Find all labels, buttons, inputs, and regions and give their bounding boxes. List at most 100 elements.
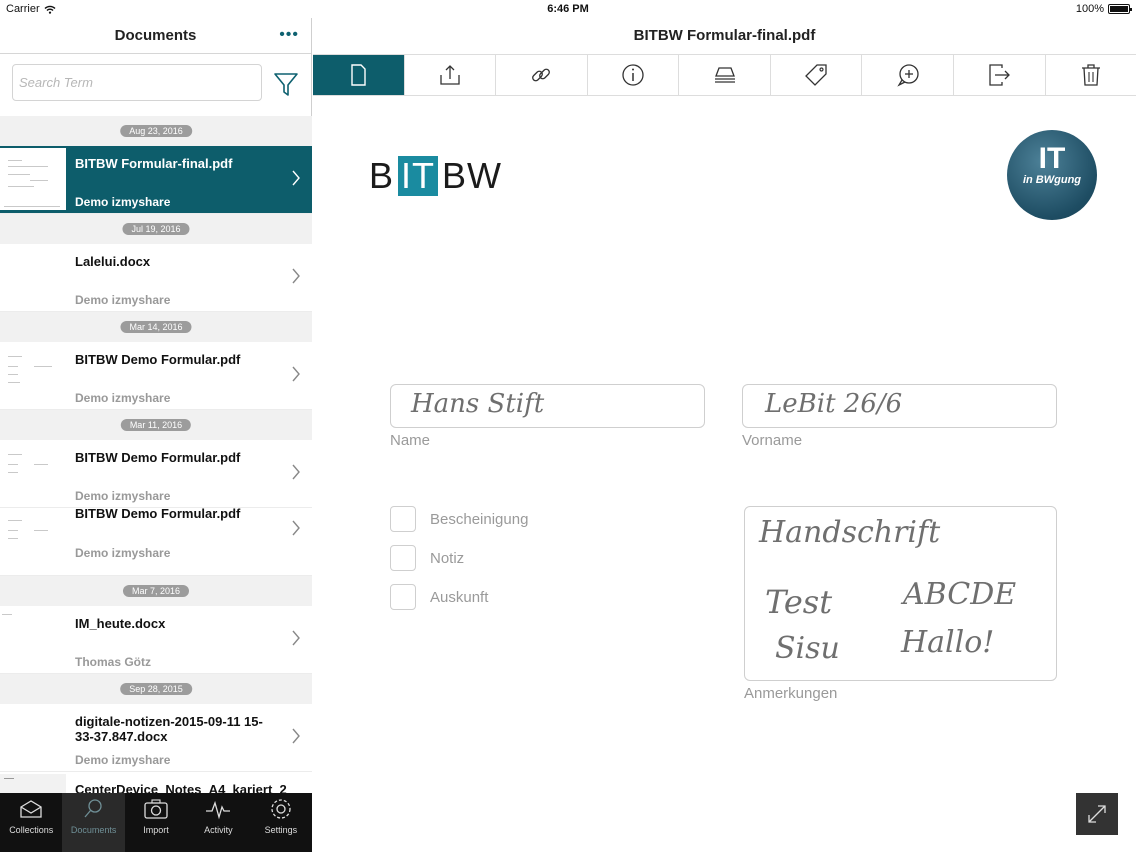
tag-icon bbox=[805, 64, 827, 86]
notes-line: Handschrift bbox=[759, 515, 941, 550]
stack-icon bbox=[714, 67, 735, 83]
date-pill: Mar 14, 2016 bbox=[120, 321, 192, 333]
tab-label: Settings bbox=[264, 825, 298, 835]
tab-label: Collections bbox=[9, 825, 54, 835]
document-toolbar bbox=[313, 54, 1136, 96]
chevron-right-icon bbox=[292, 366, 300, 382]
export-icon bbox=[989, 64, 1011, 86]
date-pill: Mar 11, 2016 bbox=[120, 419, 192, 431]
expand-icon bbox=[1088, 805, 1106, 823]
tool-add-comment[interactable] bbox=[862, 55, 954, 95]
inbox-icon bbox=[20, 800, 42, 818]
notes-field[interactable]: Handschrift Test ABCDE Sisu Hallo! bbox=[744, 506, 1057, 681]
list-item[interactable]: BITBW Demo Formular.pdf Demo izmyshare bbox=[0, 342, 312, 410]
document-owner: Thomas Götz bbox=[75, 655, 152, 669]
notes-line: Sisu bbox=[775, 631, 840, 666]
list-item[interactable]: IM_heute.docx Thomas Götz bbox=[0, 606, 312, 674]
document-owner: Demo izmyshare bbox=[75, 753, 171, 767]
search-input[interactable] bbox=[12, 64, 262, 101]
chevron-right-icon bbox=[292, 464, 300, 480]
date-pill: Aug 23, 2016 bbox=[120, 125, 192, 137]
tool-upload[interactable] bbox=[405, 55, 497, 95]
camera-icon bbox=[144, 799, 168, 819]
tab-collections[interactable]: Collections bbox=[0, 793, 62, 852]
list-item[interactable]: BITBW Demo Formular.pdf Demo izmyshare bbox=[0, 440, 312, 508]
filter-icon[interactable] bbox=[272, 70, 300, 98]
date-separator: Mar 11, 2016 bbox=[0, 410, 312, 440]
name-label: Name bbox=[390, 432, 431, 449]
chevron-right-icon bbox=[292, 268, 300, 284]
tab-documents[interactable]: Documents bbox=[62, 793, 125, 852]
list-item[interactable]: BITBW Formular-final.pdf Demo izmyshare bbox=[0, 146, 312, 214]
tab-import[interactable]: Import bbox=[125, 793, 187, 852]
tool-document[interactable] bbox=[313, 55, 405, 95]
checkbox-label: Bescheinigung bbox=[430, 511, 529, 528]
document-list: Aug 23, 2016 BITBW Formular-final.pdf De… bbox=[0, 116, 312, 810]
tool-trash[interactable] bbox=[1046, 55, 1136, 95]
name-value: Hans Stift bbox=[411, 389, 545, 419]
chevron-right-icon bbox=[292, 170, 300, 186]
name-field[interactable]: Hans Stift bbox=[390, 384, 705, 428]
vorname-value: LeBit 26/6 bbox=[765, 389, 903, 419]
tool-export[interactable] bbox=[954, 55, 1046, 95]
upload-icon bbox=[440, 65, 460, 85]
tool-tag[interactable] bbox=[771, 55, 863, 95]
list-item[interactable]: Lalelui.docx Demo izmyshare bbox=[0, 244, 312, 312]
list-item[interactable]: digitale-notizen-2015-09-11 15-33-37.847… bbox=[0, 704, 312, 772]
checkbox-bescheinigung[interactable] bbox=[390, 506, 416, 532]
document-name: Lalelui.docx bbox=[75, 254, 151, 269]
battery-percent: 100% bbox=[1075, 3, 1104, 15]
tool-link[interactable] bbox=[496, 55, 588, 95]
tab-settings[interactable]: Settings bbox=[250, 793, 312, 852]
date-pill: Mar 7, 2016 bbox=[122, 585, 190, 597]
fullscreen-button[interactable] bbox=[1076, 793, 1118, 835]
document-thumbnail bbox=[0, 148, 66, 210]
checkbox-label: Auskunft bbox=[430, 589, 489, 606]
document-name: BITBW Formular-final.pdf bbox=[75, 156, 233, 171]
document-name: IM_heute.docx bbox=[75, 616, 166, 631]
checkbox-notiz[interactable] bbox=[390, 545, 416, 571]
chevron-right-icon bbox=[292, 520, 300, 536]
date-separator: Sep 28, 2015 bbox=[0, 674, 312, 704]
battery-icon bbox=[1108, 4, 1132, 14]
document-name: BITBW Demo Formular.pdf bbox=[75, 506, 241, 521]
search-icon bbox=[84, 799, 102, 818]
tool-stack[interactable] bbox=[679, 55, 771, 95]
vorname-field[interactable]: LeBit 26/6 bbox=[742, 384, 1057, 428]
documents-header: Documents ••• bbox=[0, 18, 311, 54]
document-title: BITBW Formular-final.pdf bbox=[633, 27, 816, 44]
notes-line: Test bbox=[765, 583, 833, 621]
document-thumbnail bbox=[0, 510, 66, 572]
tab-bar: Collections Documents Import Activity Se… bbox=[0, 793, 312, 852]
documents-title: Documents bbox=[114, 27, 197, 44]
document-thumbnail bbox=[0, 442, 66, 504]
info-icon bbox=[622, 64, 644, 86]
gear-icon bbox=[271, 799, 291, 819]
checkbox-label: Notiz bbox=[430, 550, 465, 567]
date-separator: Aug 23, 2016 bbox=[0, 116, 312, 146]
document-thumbnail bbox=[0, 608, 66, 670]
checkbox-auskunft[interactable] bbox=[390, 584, 416, 610]
link-icon bbox=[532, 68, 551, 82]
clock: 6:46 PM bbox=[547, 3, 589, 15]
tab-label: Documents bbox=[70, 825, 117, 835]
pulse-icon bbox=[206, 800, 231, 820]
document-name: BITBW Demo Formular.pdf bbox=[75, 450, 241, 465]
document-name: BITBW Demo Formular.pdf bbox=[75, 352, 241, 367]
document-icon bbox=[351, 64, 366, 86]
notes-line: Hallo! bbox=[901, 625, 995, 660]
tab-label: Activity bbox=[204, 825, 233, 835]
document-owner: Demo izmyshare bbox=[75, 546, 171, 560]
tool-info[interactable] bbox=[588, 55, 680, 95]
tab-activity[interactable]: Activity bbox=[187, 793, 249, 852]
vorname-label: Vorname bbox=[742, 432, 803, 449]
document-owner: Demo izmyshare bbox=[75, 391, 171, 405]
more-options-button[interactable]: ••• bbox=[279, 26, 299, 44]
list-item[interactable]: BITBW Demo Formular.pdf Demo izmyshare bbox=[0, 506, 312, 576]
document-thumbnail bbox=[0, 706, 66, 768]
comment-add-icon bbox=[896, 64, 919, 87]
date-separator: Mar 14, 2016 bbox=[0, 312, 312, 342]
document-thumbnail bbox=[0, 344, 66, 406]
date-separator: Mar 7, 2016 bbox=[0, 576, 312, 606]
bitbw-logo: B IT BW bbox=[369, 155, 503, 196]
